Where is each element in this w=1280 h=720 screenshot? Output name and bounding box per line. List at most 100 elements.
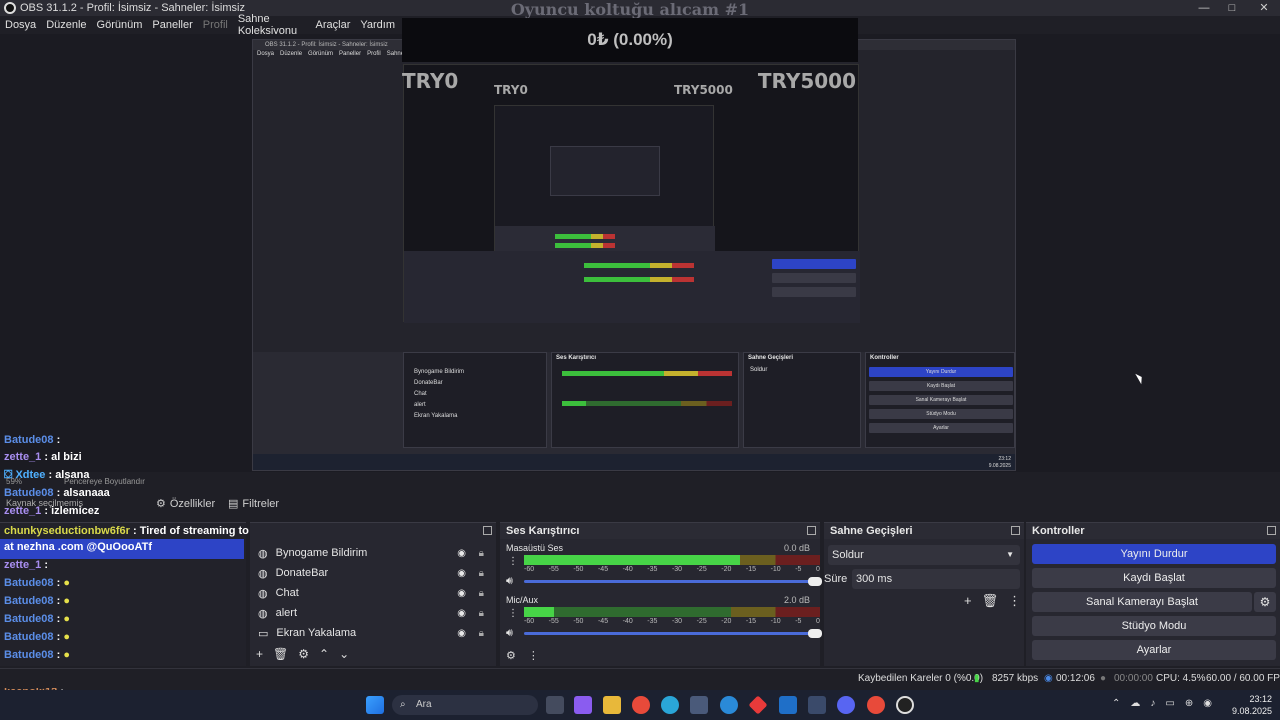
lock-icon[interactable]: 🔒︎ (479, 548, 484, 559)
channel-name: Mic/Aux (506, 595, 539, 605)
goal-end-label-1: TRY5000 (757, 69, 856, 93)
scene-transitions-dock: Sahne Geçişleri Soldur ▼ Süre 300 ms + 🗑︎… (824, 522, 1024, 666)
trash-icon[interactable]: 🗑︎ (273, 647, 288, 661)
chat-line: Batude08 : ● (4, 595, 70, 607)
start-record-button[interactable]: Kaydı Başlat (1032, 568, 1276, 588)
visibility-eye-icon[interactable]: ◉ (457, 608, 466, 619)
studio-mode-button[interactable]: Stüdyo Modu (1032, 616, 1276, 636)
menu-help[interactable]: Yardım (355, 19, 400, 31)
file-explorer-icon[interactable] (603, 696, 621, 714)
source-item[interactable]: ◍ alert ◉ 🔒︎ (250, 603, 496, 623)
outlook-icon[interactable] (779, 696, 797, 714)
taskbar-clock[interactable]: 23:12 9.08.2025 (1232, 693, 1272, 717)
kebab-menu-icon[interactable]: ⋮ (508, 556, 518, 567)
virtual-camera-settings-gear-icon[interactable]: ⚙ (1254, 592, 1276, 612)
chrome-icon[interactable] (867, 696, 885, 714)
menu-file[interactable]: Dosya (0, 19, 41, 31)
source-item[interactable]: ◍ Chat ◉ 🔒︎ (250, 583, 496, 603)
chat-line: zette_1 : al bizi (4, 451, 82, 463)
cpu-usage: CPU: 4.5% (1156, 673, 1206, 684)
source-item[interactable]: ▭ Ekran Yakalama ◉ 🔒︎ (250, 623, 496, 643)
nested-mixer: Ses Karıştırıcı (551, 352, 739, 448)
properties-button[interactable]: ⚙ Özellikler (150, 497, 221, 511)
kebab-menu-icon[interactable]: ⋮ (1008, 593, 1021, 609)
advanced-audio-icon[interactable]: ⚙ (506, 649, 516, 662)
app-icon[interactable] (720, 696, 738, 714)
kebab-menu-icon[interactable]: ⋮ (508, 608, 518, 619)
recursive-preview (494, 105, 715, 256)
task-view-icon[interactable] (546, 696, 564, 714)
live-icon: ◉ (1044, 673, 1053, 684)
visibility-eye-icon[interactable]: ◉ (457, 588, 466, 599)
obs-taskbar-icon[interactable] (896, 696, 914, 714)
window-size-toggle[interactable]: Pencereye Boyutlandır (64, 477, 145, 486)
transition-select[interactable]: Soldur ▼ (828, 545, 1020, 565)
display-capture-icon: ▭ (258, 627, 269, 640)
signal-icon: ▮ (974, 673, 980, 684)
nested-dock: Bynogame Bildirim DonateBar Chat alert Ekran… (253, 352, 1015, 470)
menu-tools[interactable]: Araçlar (311, 19, 356, 31)
filters-button[interactable]: ▤ Filtreler (222, 497, 285, 511)
menu-edit[interactable]: Düzenle (41, 19, 91, 31)
taskbar-search[interactable]: Ara (392, 695, 538, 715)
system-tray[interactable]: ⌃☁♪▭⊕◉ (1112, 698, 1222, 709)
transition-toolbar: + 🗑︎ ⋮ (964, 593, 1021, 609)
move-up-icon[interactable]: ⌃ (319, 647, 329, 661)
kebab-menu-icon[interactable]: ⋮ (528, 649, 539, 662)
move-down-icon[interactable]: ⌄ (339, 647, 349, 661)
speaker-icon[interactable]: 🔊︎ (506, 627, 513, 640)
visibility-eye-icon[interactable]: ◉ (457, 628, 466, 639)
transitions-title: Sahne Geçişleri (824, 523, 1024, 539)
edge-icon[interactable] (661, 696, 679, 714)
channel-name: Masaüstü Ses (506, 543, 564, 553)
popout-icon[interactable] (1011, 526, 1020, 535)
source-item[interactable]: ◍ DonateBar ◉ 🔒︎ (250, 563, 496, 583)
browser-source-icon: ◍ (258, 587, 268, 600)
menu-docks[interactable]: Paneller (147, 19, 197, 31)
maximize-button[interactable]: □ (1216, 0, 1248, 16)
duration-label: Süre (824, 573, 848, 585)
volume-slider[interactable] (524, 629, 822, 638)
goal-start-label-2: TRY0 (494, 83, 528, 97)
copilot-icon[interactable] (574, 696, 592, 714)
discord-icon[interactable] (837, 696, 855, 714)
chat-line: Batude08 : (4, 434, 61, 446)
nested-sources: Bynogame Bildirim DonateBar Chat alert Ekran… (403, 352, 547, 448)
menu-view[interactable]: Görünüm (92, 19, 148, 31)
app-icon[interactable] (808, 696, 826, 714)
lock-icon[interactable]: 🔒︎ (479, 608, 484, 619)
lock-icon[interactable]: 🔒︎ (479, 628, 484, 639)
start-virtual-camera-button[interactable]: Sanal Kamerayı Başlat (1032, 592, 1252, 612)
settings-button[interactable]: Ayarlar (1032, 640, 1276, 660)
audio-mixer-dock: Ses Karıştırıcı Masaüstü Ses 0.0 dB ⋮ -6… (500, 522, 822, 666)
popout-icon[interactable] (807, 526, 816, 535)
obs-logo-icon (4, 2, 16, 14)
duration-spinbox[interactable]: 300 ms (852, 569, 1020, 589)
windows-start-icon[interactable] (366, 696, 384, 714)
menu-profile[interactable]: Profil (198, 19, 233, 31)
nested-transitions: Sahne Geçişleri Soldur (743, 352, 861, 448)
close-button[interactable]: ✕ (1248, 0, 1280, 16)
lock-icon[interactable]: 🔒︎ (479, 568, 484, 579)
add-icon[interactable]: + (256, 647, 263, 661)
popout-icon[interactable] (1267, 526, 1276, 535)
trash-icon[interactable]: 🗑︎ (982, 593, 999, 609)
app-icon[interactable] (748, 695, 768, 715)
chat-line: Batude08 : ● (4, 613, 70, 625)
gear-icon[interactable]: ⚙ (298, 647, 309, 661)
recursive-dock (404, 251, 860, 323)
visibility-eye-icon[interactable]: ◉ (457, 548, 466, 559)
chrome-icon[interactable] (632, 696, 650, 714)
donation-goal-box: 0₺ (0.00%) (402, 18, 858, 62)
speaker-icon[interactable]: 🔊︎ (506, 575, 513, 588)
lock-icon[interactable]: 🔒︎ (479, 588, 484, 599)
live-time: 00:12:06 (1056, 673, 1095, 684)
volume-meter (524, 555, 820, 565)
stop-stream-button[interactable]: Yayını Durdur (1032, 544, 1276, 564)
store-icon[interactable] (690, 696, 708, 714)
source-item[interactable]: ◍ Bynogame Bildirim ◉ 🔒︎ (250, 543, 496, 563)
popout-icon[interactable] (483, 526, 492, 535)
visibility-eye-icon[interactable]: ◉ (457, 568, 466, 579)
add-icon[interactable]: + (964, 593, 972, 609)
volume-slider[interactable] (524, 577, 822, 586)
